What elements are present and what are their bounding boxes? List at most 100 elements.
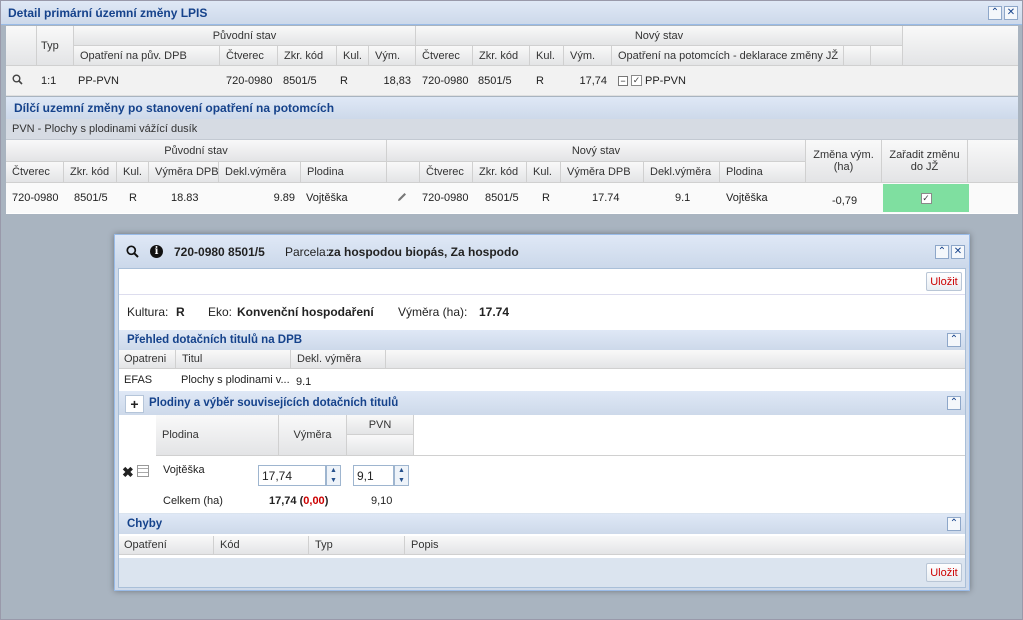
cell-ctverec-new: 720-0980	[422, 75, 469, 87]
cell2-dekl: 9.89	[273, 192, 295, 204]
vymera-input[interactable]: 17,74	[258, 465, 326, 486]
section-dilci-subtitle: PVN - Plochy s plodinami vážící dusík	[6, 119, 1018, 140]
cell-opatreni-potomci: PP-PVN	[645, 75, 686, 87]
collapse-icon[interactable]: ⌃	[947, 396, 961, 410]
col2-ctverec-new: Čtverec	[420, 162, 473, 183]
cell2-ctverec: 720-0980	[12, 192, 59, 204]
table-row[interactable]: 1:1 PP-PVN 720-0980 8501/5 R 18,83 720-0…	[6, 66, 1018, 96]
total-row: 17,74 (0,00)	[269, 495, 329, 507]
cell2-vymdpb: 18.83	[171, 192, 199, 204]
collapse-icon[interactable]: ⌃	[947, 333, 961, 347]
col-typ: Typ	[309, 536, 405, 555]
col2-vymdpb: Výměra DPB	[149, 162, 219, 183]
info-row: Kultura: R Eko: Konvenční hospodaření Vý…	[119, 294, 965, 330]
col2-plodina-new: Plodina	[720, 162, 806, 183]
zaradit-checkbox[interactable]: ✓	[920, 192, 932, 204]
cell2-dekl-new: 9.1	[675, 192, 691, 204]
kultura-label: Kultura:	[127, 305, 169, 319]
col-kod: Kód	[214, 536, 309, 555]
dialog-title-code: 720-0980 8501/5	[174, 245, 265, 259]
total-value: 17,74	[269, 495, 297, 507]
panel-title: Detail primární územní změny LPIS	[1, 1, 1022, 25]
save-button[interactable]: Uložit	[926, 272, 962, 291]
col2-zkr: Zkr. kód	[64, 162, 117, 183]
sec-chyby-title: Chyby	[119, 514, 965, 534]
sec-titles-title: Přehled dotačních titulů na DPB	[119, 330, 965, 350]
cell-kul: R	[340, 75, 348, 87]
cell2-zkr: 8501/5	[74, 192, 108, 204]
col2-kul-new: Kul.	[527, 162, 561, 183]
dialog-header: i 720-0980 8501/5 Parcela: za hospodou b…	[115, 235, 969, 268]
cell2-vymdpb-new: 17.74	[592, 192, 620, 204]
close-icon[interactable]: ✕	[1004, 6, 1018, 20]
col2-ctverec: Čtverec	[6, 162, 64, 183]
col2-dekl-new: Dekl.výměra	[644, 162, 720, 183]
cell-opatreni: EFAS	[124, 374, 153, 386]
expand-icon[interactable]: −	[618, 76, 628, 86]
cell-zkr: 8501/5	[283, 75, 317, 87]
col2-plodina: Plodina	[301, 162, 387, 183]
section-dilci-title: Dílčí uzemní změny po stanovení opatření…	[6, 97, 1018, 119]
cell2-zkr-new: 8501/5	[485, 192, 519, 204]
search-icon[interactable]	[126, 245, 139, 261]
pvn-input[interactable]: 9,1	[353, 465, 394, 486]
col-kul-new: Kul.	[530, 46, 564, 66]
titles-grid: Opatreni Titul Dekl. výměra EFAS Plochy …	[119, 350, 965, 391]
table-row[interactable]: 720-0980 8501/5 R 18.83 9.89 Vojtěška 72…	[6, 183, 1018, 213]
cell-zkr-new: 8501/5	[478, 75, 512, 87]
cell-ctverec: 720-0980	[226, 75, 273, 87]
zaradit-cell[interactable]: ✓	[883, 184, 969, 212]
cell-vym-new: 17,74	[579, 75, 607, 87]
info-icon[interactable]: i	[150, 245, 163, 258]
collapse-icon[interactable]: ⌃	[935, 245, 949, 259]
col-zaradit: Zařadit změnu do JŽ	[882, 140, 968, 183]
eko-value: Konvenční hospodaření	[237, 305, 374, 319]
col-zkr: Zkr. kód	[278, 46, 337, 66]
col-ctverec-new: Čtverec	[416, 46, 473, 66]
col-opatreni: Opatření na pův. DPB	[74, 46, 220, 66]
opatreni-checkbox[interactable]: ✓	[631, 75, 642, 86]
search-icon[interactable]	[12, 74, 23, 85]
cell2-kul-new: R	[542, 192, 550, 204]
collapse-icon[interactable]: ⌃	[988, 6, 1002, 20]
vymera-spinner[interactable]: ▲ ▼	[326, 465, 341, 486]
col2-vymdpb-new: Výměra DPB	[561, 162, 644, 183]
col-kul: Kul.	[337, 46, 369, 66]
cell-opatreni: PP-PVN	[78, 75, 119, 87]
crop-dialog: i 720-0980 8501/5 Parcela: za hospodou b…	[114, 234, 970, 591]
kultura-value: R	[176, 305, 185, 319]
col2-dekl: Dekl.výměra	[219, 162, 301, 183]
col-popis: Popis	[405, 536, 965, 555]
cell2-plodina: Vojtěška	[306, 192, 348, 204]
total-label: Celkem (ha)	[163, 495, 223, 507]
col-pvn: PVN	[347, 415, 414, 435]
parcela-value: za hospodou biopás, Za hospodo	[328, 245, 519, 259]
eko-label: Eko:	[208, 305, 233, 319]
col2-kul: Kul.	[117, 162, 149, 183]
cell-plodina: Vojtěška	[163, 464, 205, 476]
collapse-icon[interactable]: ⌃	[947, 517, 961, 531]
col-plodina: Plodina	[156, 415, 279, 456]
total-pvn: 9,10	[371, 495, 393, 507]
cell2-ctverec-new: 720-0980	[422, 192, 469, 204]
group-puvodni-2: Původní stav	[6, 140, 387, 162]
cell2-kul: R	[129, 192, 137, 204]
col-opatreni: Opatření	[119, 536, 214, 555]
plodiny-grid: Plodina Výměra PVN ✖ Vojtěška 17,74 ▲ ▼ 9…	[119, 415, 965, 513]
close-icon[interactable]: ✕	[951, 245, 965, 259]
col-typ: Typ	[37, 26, 74, 66]
table-icon[interactable]	[137, 465, 149, 477]
grid-dilci: Původní stav Nový stav Změna vým. (ha) Za…	[6, 140, 1018, 214]
cell-vym: 18,83	[383, 75, 411, 87]
group-novy-2: Nový stav	[387, 140, 806, 162]
pvn-spinner[interactable]: ▲ ▼	[394, 465, 409, 486]
col-vymera: Výměra	[279, 415, 347, 456]
parcela-label: Parcela:	[285, 245, 330, 259]
col-ctverec: Čtverec	[220, 46, 278, 66]
cell-typ: 1:1	[41, 75, 57, 87]
add-button[interactable]: +	[125, 395, 144, 413]
save-button[interactable]: Uložit	[926, 563, 962, 582]
delete-icon[interactable]: ✖	[122, 465, 134, 479]
pencil-icon[interactable]	[396, 191, 408, 203]
vymera-value: 17.74	[479, 305, 510, 319]
